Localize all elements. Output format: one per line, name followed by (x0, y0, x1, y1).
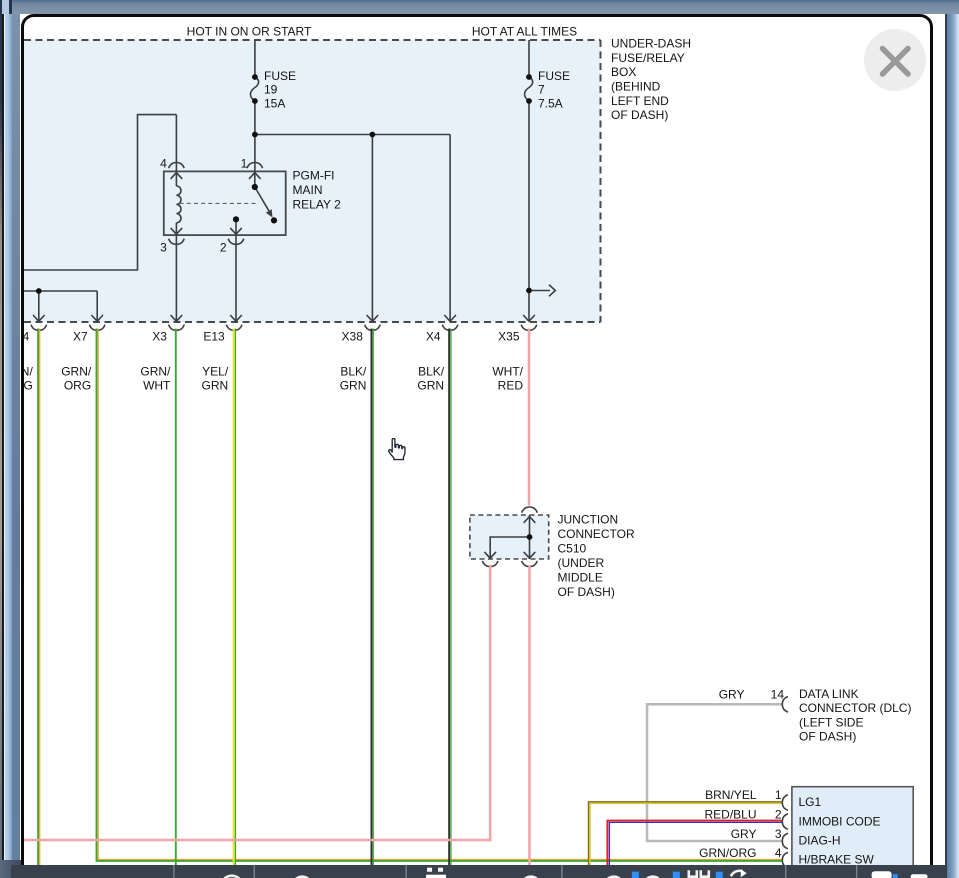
svg-text:FUSE: FUSE (538, 69, 570, 83)
svg-text:GRN/: GRN/ (140, 365, 171, 379)
svg-text:IMMOBI CODE: IMMOBI CODE (798, 814, 880, 828)
svg-text:ORG: ORG (63, 378, 90, 392)
svg-text:OF DASH): OF DASH) (799, 730, 856, 744)
svg-text:X4: X4 (24, 330, 30, 344)
svg-text:E13: E13 (203, 330, 225, 344)
svg-text:15A: 15A (264, 96, 285, 110)
svg-text:GRN: GRN (417, 378, 444, 392)
svg-text:WHT/: WHT/ (492, 365, 523, 379)
svg-text:CONNECTOR: CONNECTOR (557, 527, 634, 541)
svg-text:1: 1 (774, 788, 781, 802)
svg-text:(LEFT SIDE: (LEFT SIDE (799, 715, 863, 729)
svg-text:X38: X38 (341, 330, 363, 344)
svg-text:RELAY 2: RELAY 2 (292, 197, 341, 211)
svg-text:4: 4 (160, 156, 167, 170)
svg-text:19: 19 (264, 82, 278, 96)
svg-text:GRN/ORG: GRN/ORG (699, 846, 756, 860)
svg-text:BLK/: BLK/ (340, 365, 367, 379)
svg-text:1: 1 (240, 156, 247, 170)
svg-text:7: 7 (538, 82, 545, 96)
svg-text:FUSE/RELAY: FUSE/RELAY (611, 51, 685, 65)
svg-text:BLK/: BLK/ (418, 365, 445, 379)
svg-text:RED/BLU: RED/BLU (704, 807, 756, 821)
svg-text:X4: X4 (425, 330, 440, 344)
svg-text:3: 3 (774, 827, 781, 841)
svg-text:ORG: ORG (24, 378, 33, 392)
svg-text:GRY: GRY (718, 688, 744, 702)
svg-text:BRN/YEL: BRN/YEL (705, 788, 757, 802)
svg-text:2: 2 (219, 241, 226, 255)
svg-text:MIDDLE: MIDDLE (557, 571, 602, 585)
svg-text:H/BRAKE SW: H/BRAKE SW (798, 852, 874, 865)
svg-text:RED: RED (497, 378, 523, 392)
svg-text:C510: C510 (557, 542, 586, 556)
svg-text:YEL/: YEL/ (202, 365, 229, 379)
svg-text:LG1: LG1 (798, 795, 821, 809)
svg-text:GRN: GRN (339, 378, 366, 392)
svg-text:GRN/: GRN/ (61, 365, 92, 379)
svg-text:3: 3 (160, 241, 167, 255)
svg-text:7.5A: 7.5A (538, 96, 563, 110)
svg-text:14: 14 (770, 688, 784, 702)
svg-text:GRY: GRY (730, 827, 756, 841)
svg-text:GRN/: GRN/ (24, 365, 33, 379)
svg-text:DIAG-H: DIAG-H (798, 833, 840, 847)
svg-text:OF DASH): OF DASH) (557, 585, 614, 599)
svg-text:PGM-FI: PGM-FI (292, 169, 334, 183)
svg-text:2: 2 (774, 807, 781, 821)
svg-text:X35: X35 (498, 330, 520, 344)
svg-text:4: 4 (774, 846, 781, 860)
svg-text:FUSE: FUSE (264, 69, 296, 83)
svg-text:DATA LINK: DATA LINK (799, 687, 859, 701)
svg-text:WHT: WHT (143, 378, 171, 392)
svg-text:(UNDER: (UNDER (557, 556, 604, 570)
svg-text:X3: X3 (152, 330, 167, 344)
svg-text:LEFT END: LEFT END (611, 94, 669, 108)
svg-text:(BEHIND: (BEHIND (611, 80, 661, 94)
svg-text:UNDER-DASH: UNDER-DASH (611, 37, 691, 51)
svg-text:OF DASH): OF DASH) (611, 108, 668, 122)
svg-text:HOT AT ALL TIMES: HOT AT ALL TIMES (471, 25, 576, 39)
svg-text:HOT IN ON OR START: HOT IN ON OR START (186, 25, 311, 39)
svg-text:CONNECTOR (DLC): CONNECTOR (DLC) (799, 701, 911, 715)
svg-text:BOX: BOX (611, 65, 636, 79)
svg-text:MAIN: MAIN (292, 183, 322, 197)
svg-text:JUNCTION: JUNCTION (557, 513, 618, 527)
svg-text:X7: X7 (73, 330, 88, 344)
svg-text:GRN: GRN (201, 378, 228, 392)
